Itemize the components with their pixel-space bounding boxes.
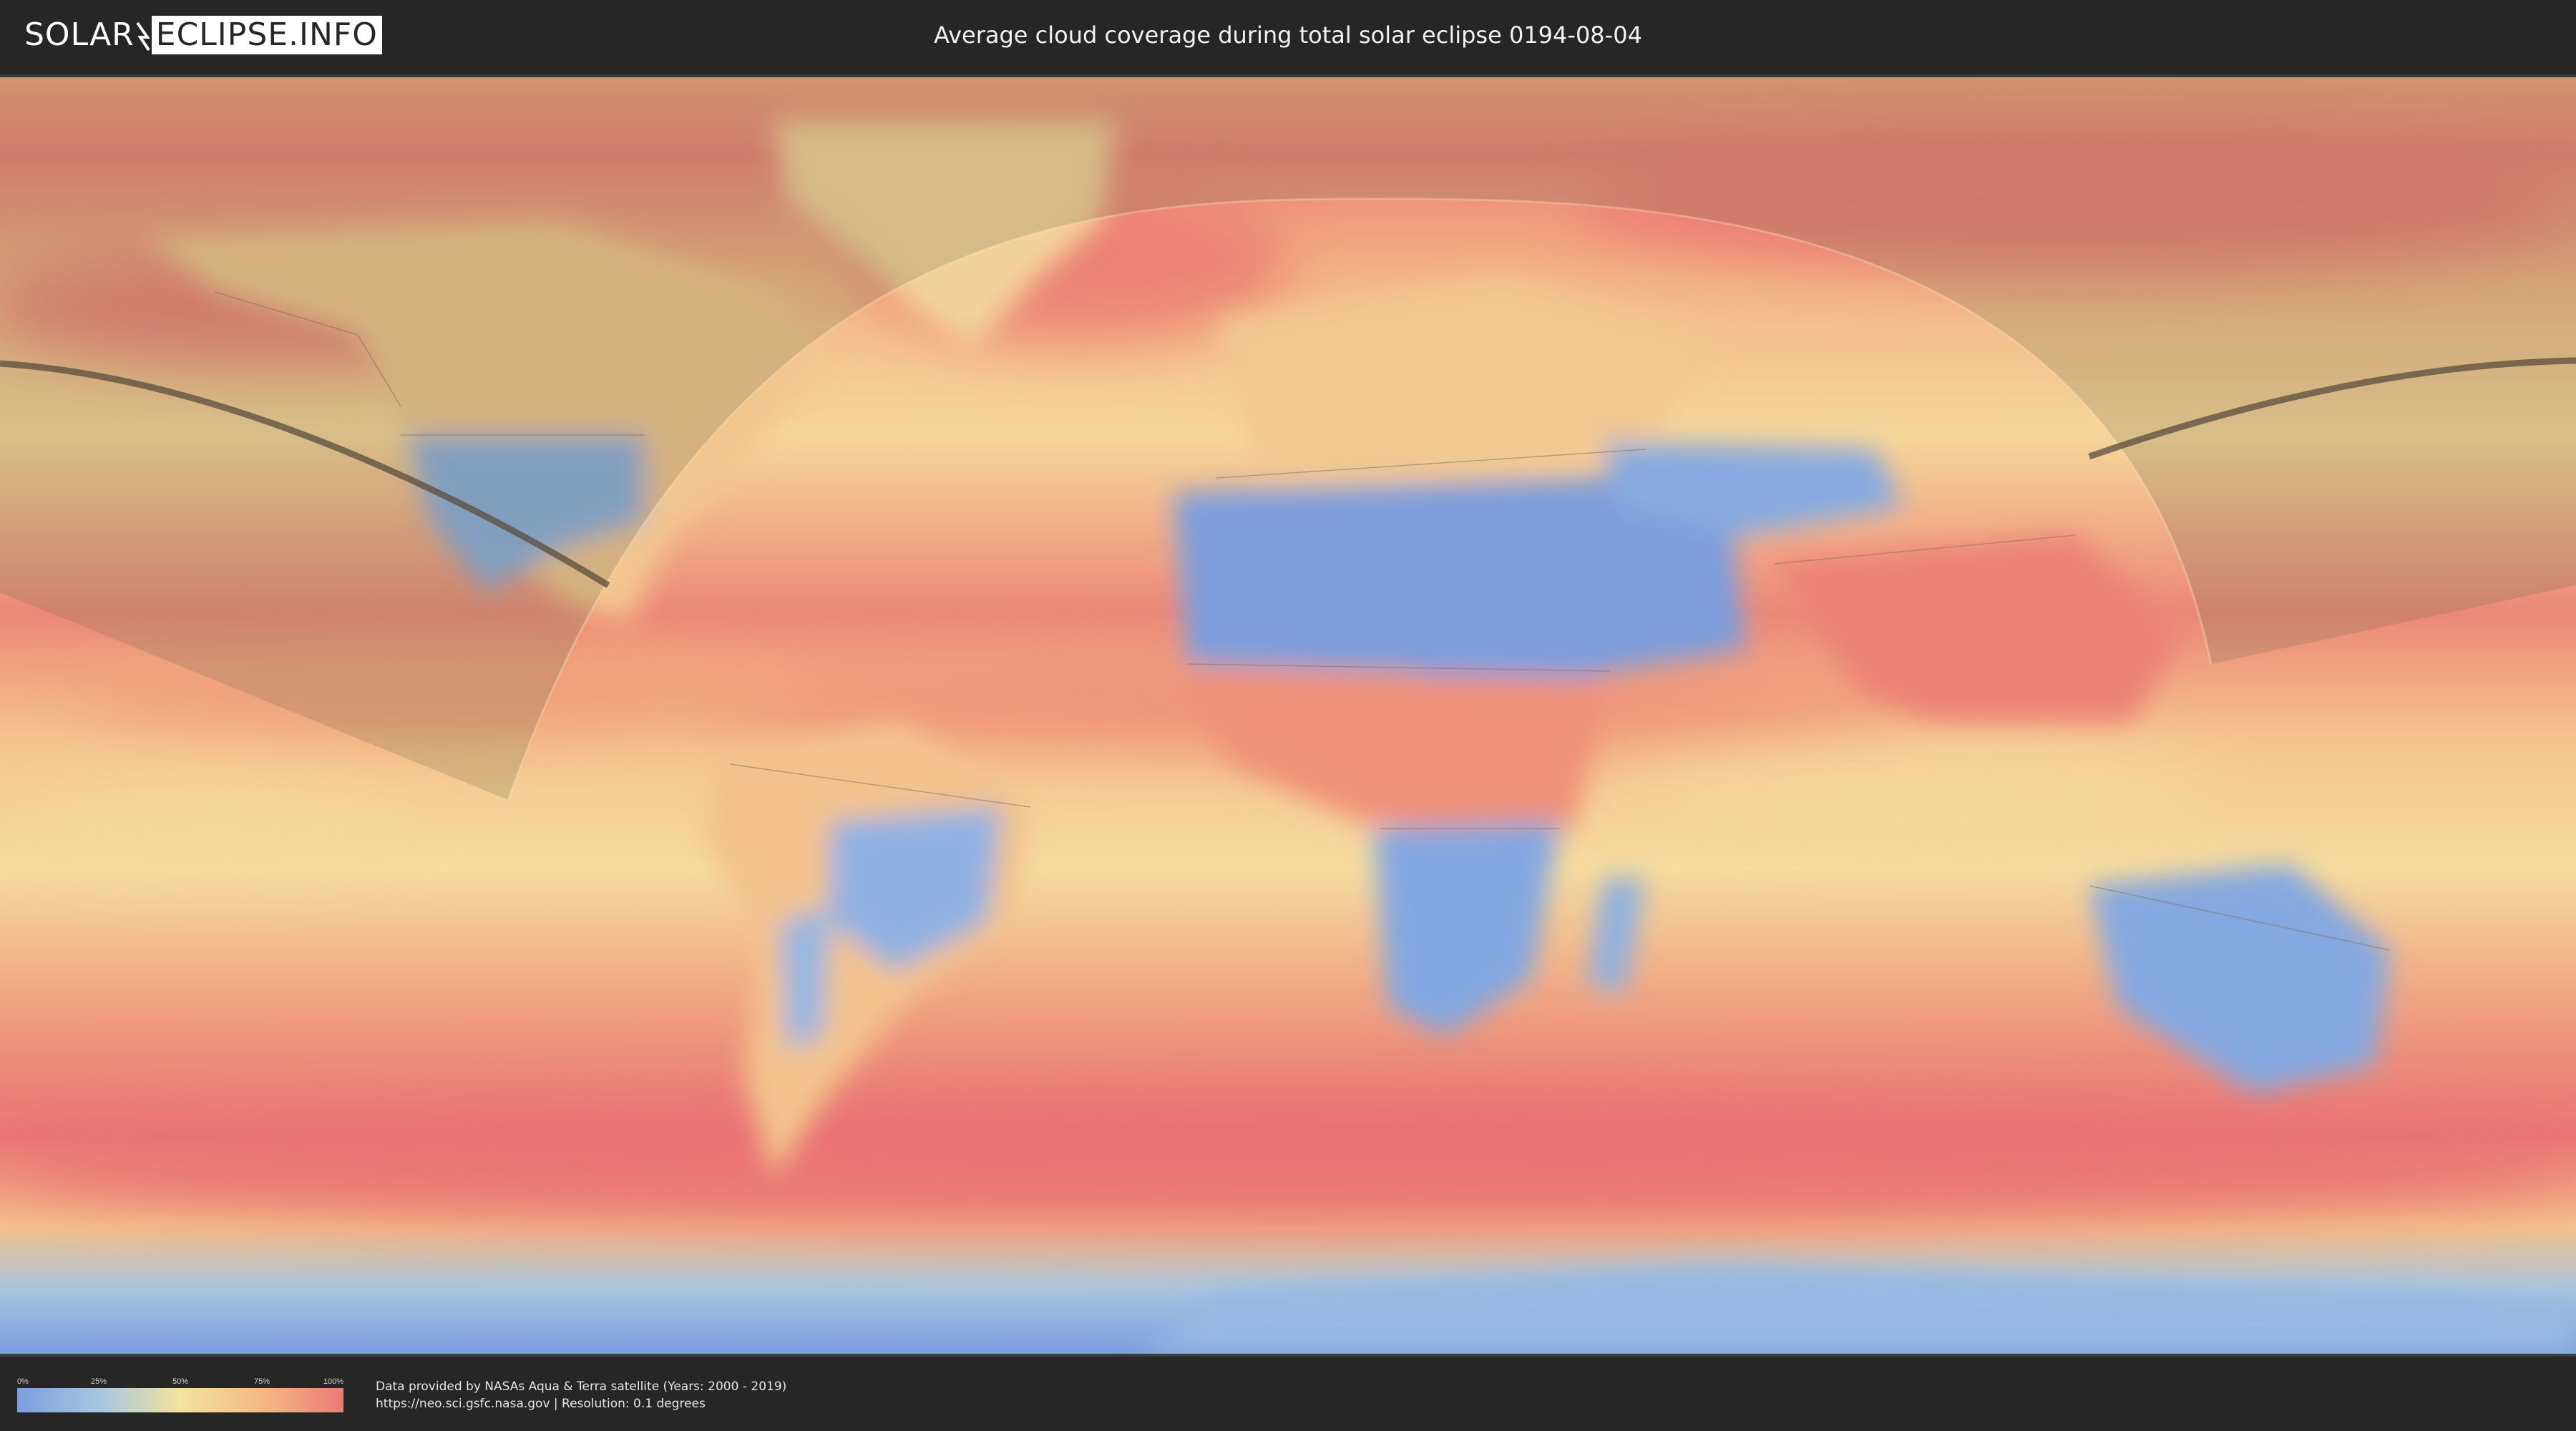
legend-ticks: 0% 25% 50% 75% 100% [17,1377,343,1387]
legend-color-bar [17,1388,343,1412]
header-bar: SOLAR ECLIPSE.INFO Average cloud coverag… [0,0,2576,73]
andes-dry [780,907,830,1050]
cloud-coverage-legend: 0% 25% 50% 75% 100% [17,1377,343,1420]
legend-tick-100: 100% [323,1377,344,1386]
legend-tick-50: 50% [172,1377,189,1386]
footer-bar: 0% 25% 50% 75% 100% Data provided by NAS… [0,1357,2576,1431]
credit-source: Data provided by NASAs Aqua & Terra sate… [376,1379,787,1394]
legend-tick-25: 25% [90,1377,107,1386]
map-container[interactable] [0,74,2576,1357]
data-credits: Data provided by NASAs Aqua & Terra sate… [376,1378,786,1412]
world-cloud-map[interactable] [0,77,2576,1354]
credit-url-resolution[interactable]: https://neo.sci.gsfc.nasa.gov | Resoluti… [376,1395,786,1412]
legend-tick-75: 75% [253,1377,270,1386]
page-title: Average cloud coverage during total sola… [934,21,1642,49]
legend-tick-0: 0% [17,1377,29,1386]
